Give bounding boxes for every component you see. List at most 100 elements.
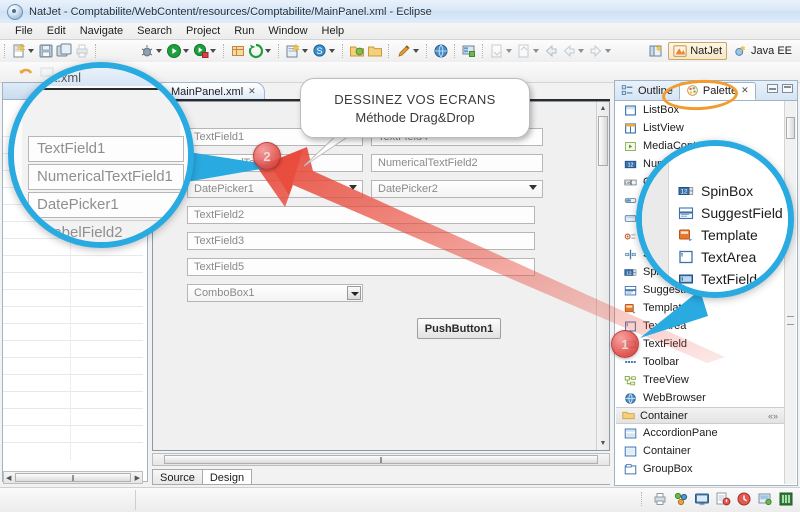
sync-dropdown-icon[interactable] [265,49,271,53]
open-perspective-icon[interactable] [648,43,664,59]
search-dropdown-icon[interactable] [329,49,335,53]
print-icon[interactable] [74,43,90,59]
tab-source[interactable]: Source [152,469,203,485]
open-folder-icon[interactable] [349,43,365,59]
printer-icon[interactable] [652,491,668,507]
run-icon[interactable] [166,43,182,59]
close-icon[interactable]: ✕ [741,85,749,96]
snippets-icon[interactable] [757,491,773,507]
scroll-grip[interactable] [787,316,794,325]
grid-row[interactable] [3,426,143,443]
run-dropdown-icon[interactable] [183,49,189,53]
grid-row[interactable] [3,256,143,273]
menu-file[interactable]: File [8,24,40,38]
palette-item-webbrowser[interactable]: WebBrowser [616,389,784,407]
scroll-thumb[interactable] [786,117,795,139]
menu-help[interactable]: Help [315,24,352,38]
status-bar [0,487,800,512]
grid-row[interactable] [3,375,143,392]
magnified-palette-item-textfield[interactable]: TextField [678,268,757,290]
history-icon[interactable] [736,491,752,507]
forward-icon[interactable] [588,43,604,59]
webbrowser-icon [625,392,636,404]
editor-hscrollbar[interactable]: ‖ [152,453,610,466]
scroll-down-icon[interactable]: ▼ [597,437,609,450]
palette-item-accordionpane[interactable]: AccordionPane [616,424,784,442]
grid-row[interactable] [3,324,143,341]
magnified-palette-item-spinbox[interactable]: 12 SpinBox [678,180,753,202]
open-folder2-icon[interactable] [367,43,383,59]
magnified-field-datepicker1[interactable]: DatePicker1 [28,192,188,218]
minimize-icon[interactable] [767,84,778,93]
palette-item-listview[interactable]: ListView [616,119,784,137]
scroll-right-icon[interactable]: ▶ [133,474,142,482]
perspective-natjet[interactable]: NatJet [668,41,728,60]
save-all-icon[interactable] [56,43,72,59]
magnified-palette-item-textarea[interactable]: TextArea [678,246,756,268]
palette-item-label: Container [643,445,691,457]
grid-row[interactable] [3,409,143,426]
sync-icon[interactable] [248,43,264,59]
scroll-thumb[interactable]: ‖ [164,455,598,465]
new-wizard-icon[interactable] [11,43,27,59]
back-icon[interactable] [543,43,559,59]
menu-edit[interactable]: Edit [40,24,73,38]
new-package-icon[interactable] [230,43,246,59]
menu-search[interactable]: Search [130,24,179,38]
palette-group-container[interactable]: Container «» [616,407,784,424]
collapse-icon[interactable]: «» [768,411,778,421]
chevron-down-icon[interactable] [177,201,187,208]
grid-row[interactable] [3,307,143,324]
pencil-icon[interactable] [396,43,412,59]
menu-project[interactable]: Project [179,24,227,38]
next-annotation-icon[interactable] [489,43,505,59]
server-icon[interactable] [461,43,477,59]
run-external-icon[interactable] [193,43,209,59]
grid-row[interactable] [3,290,143,307]
grid-row[interactable] [3,341,143,358]
tab-design[interactable]: Design [201,469,253,485]
grid-row[interactable] [3,273,143,290]
grid-row[interactable] [3,358,143,375]
palette-item-groupbox[interactable]: GroupBox [616,460,784,478]
prev-annotation-icon[interactable] [516,43,532,59]
save-icon[interactable] [38,43,54,59]
debug-dropdown-icon[interactable] [156,49,162,53]
magnified-palette-item-suggestfield[interactable]: SuggestField [678,202,783,224]
run-external-dropdown-icon[interactable] [210,49,216,53]
menu-window[interactable]: Window [261,24,314,38]
new-project-dropdown-icon[interactable] [302,49,308,53]
pencil-dropdown-icon[interactable] [413,49,419,53]
next-annotation-dropdown-icon[interactable] [506,49,512,53]
left-panel-hscrollbar[interactable]: ◀ ‖ ▶ [3,471,143,484]
magnified-field-textfield1[interactable]: TextField1 [28,136,184,162]
scroll-up-icon[interactable]: ▲ [597,102,609,115]
back2-icon[interactable] [561,43,577,59]
datasource-icon[interactable] [778,491,794,507]
scroll-left-icon[interactable]: ◀ [4,474,13,482]
new-project-icon[interactable] [285,43,301,59]
menu-navigate[interactable]: Navigate [73,24,130,38]
forward-dropdown-icon[interactable] [605,49,611,53]
close-icon[interactable]: ✕ [248,86,256,97]
back-dropdown-icon[interactable] [578,49,584,53]
palette-item-container[interactable]: Container [616,442,784,460]
maximize-icon[interactable] [782,84,793,93]
menu-run[interactable]: Run [227,24,261,38]
scroll-thumb[interactable]: ‖ [15,473,131,483]
debug-icon[interactable] [139,43,155,59]
palette-item-treeview[interactable]: TreeView [616,371,784,389]
design-field-label: TextField3 [194,235,245,247]
magnified-palette-item-template[interactable]: Template [678,224,758,246]
prev-annotation-dropdown-icon[interactable] [533,49,539,53]
console-icon[interactable] [694,491,710,507]
magnified-palette-item-label: SuggestField [701,205,783,221]
grid-row[interactable] [3,392,143,409]
search-s-icon[interactable]: S [312,43,328,59]
magnified-field-numericaltextfield1[interactable]: NumericalTextField1 [28,164,184,190]
new-wizard-dropdown-icon[interactable] [28,49,34,53]
perspective-javaee[interactable]: Java EE [730,43,796,59]
problems-icon[interactable] [715,491,731,507]
servers-icon[interactable] [673,491,689,507]
globe-icon[interactable] [433,43,449,59]
